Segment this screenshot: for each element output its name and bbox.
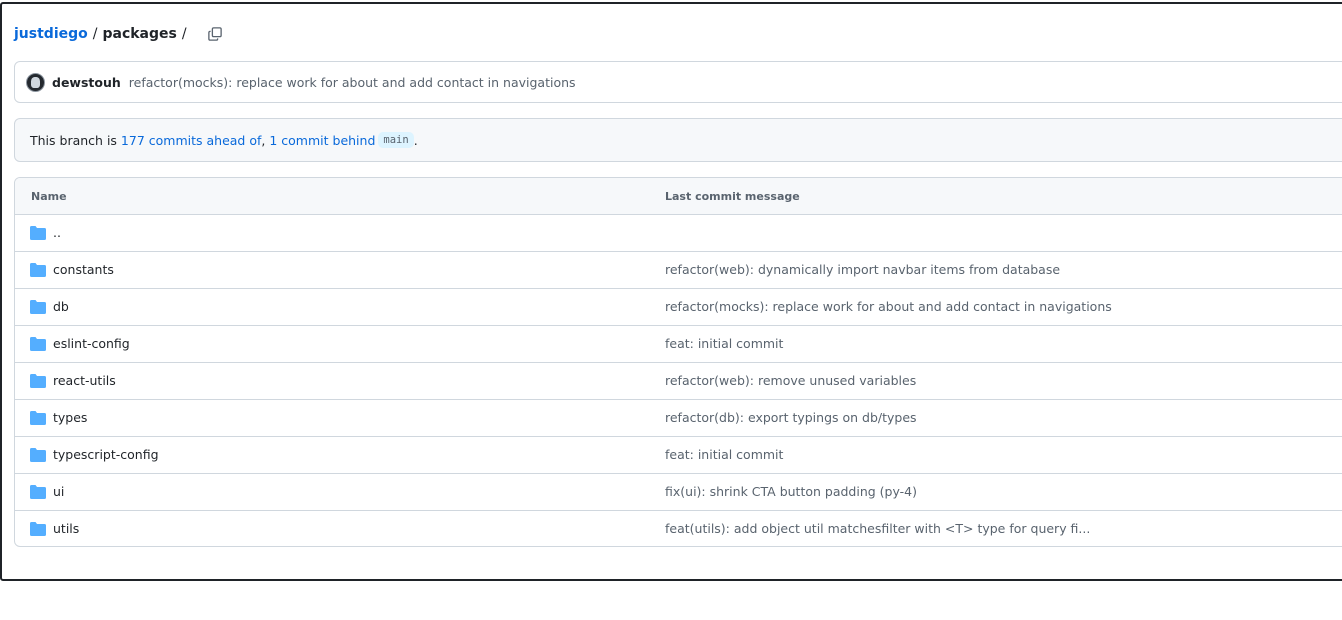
folder-icon <box>30 374 46 388</box>
commit-message[interactable]: feat: initial commit <box>665 447 783 462</box>
table-row-types[interactable]: types refactor(db): export typings on db… <box>15 399 1342 436</box>
table-row-constants[interactable]: constants refactor(web): dynamically imp… <box>15 251 1342 288</box>
latest-commit-bar: dewstouh refactor(mocks): replace work f… <box>14 61 1342 103</box>
breadcrumb-separator: / <box>181 26 187 42</box>
folder-icon <box>30 522 46 536</box>
column-header-last-commit: Last commit message <box>665 190 800 203</box>
branch-status-banner: This branch is 177 commits ahead of, 1 c… <box>14 118 1342 162</box>
file-name[interactable]: eslint-config <box>53 336 130 351</box>
file-name[interactable]: db <box>53 299 69 314</box>
breadcrumb-current: packages <box>102 26 177 42</box>
commit-message[interactable]: refactor(web): dynamically import navbar… <box>665 262 1060 277</box>
commit-message-link[interactable]: refactor(mocks): replace work for about … <box>129 75 576 90</box>
file-name[interactable]: react-utils <box>53 373 116 388</box>
commits-behind-link[interactable]: 1 commit behind <box>269 133 375 148</box>
file-browser-panel: justdiego / packages / dewstouh refactor… <box>0 2 1342 581</box>
table-row-eslint-config[interactable]: eslint-config feat: initial commit <box>15 325 1342 362</box>
commits-ahead-link[interactable]: 177 commits ahead of <box>121 133 261 148</box>
copy-icon <box>207 27 222 41</box>
breadcrumb-separator: / <box>92 26 98 42</box>
file-name[interactable]: .. <box>53 225 61 240</box>
file-name[interactable]: utils <box>53 521 79 536</box>
breadcrumb-owner-link[interactable]: justdiego <box>14 26 88 42</box>
file-table: Name Last commit message .. constants re… <box>14 177 1342 547</box>
table-row-react-utils[interactable]: react-utils refactor(web): remove unused… <box>15 362 1342 399</box>
table-row-ui[interactable]: ui fix(ui): shrink CTA button padding (p… <box>15 473 1342 510</box>
table-row-db[interactable]: db refactor(mocks): replace work for abo… <box>15 288 1342 325</box>
base-branch-badge[interactable]: main <box>378 132 414 148</box>
table-body: .. constants refactor(web): dynamically … <box>15 215 1342 546</box>
folder-icon <box>30 300 46 314</box>
table-row-typescript-config[interactable]: typescript-config feat: initial commit <box>15 436 1342 473</box>
table-header: Name Last commit message <box>15 178 1342 215</box>
breadcrumb: justdiego / packages / <box>14 23 226 45</box>
avatar[interactable] <box>26 72 45 92</box>
file-name[interactable]: types <box>53 410 87 425</box>
commit-author-link[interactable]: dewstouh <box>52 75 121 90</box>
commit-message[interactable]: refactor(web): remove unused variables <box>665 373 916 388</box>
folder-icon <box>30 226 46 240</box>
folder-icon <box>30 337 46 351</box>
file-name[interactable]: ui <box>53 484 64 499</box>
copy-path-button[interactable] <box>204 23 226 45</box>
commit-message[interactable]: feat(utils): add object util matchesfilt… <box>665 521 1090 536</box>
commit-message[interactable]: feat: initial commit <box>665 336 783 351</box>
column-header-name: Name <box>31 190 67 203</box>
commit-message[interactable]: fix(ui): shrink CTA button padding (py-4… <box>665 484 917 499</box>
folder-icon <box>30 485 46 499</box>
file-name[interactable]: typescript-config <box>53 447 159 462</box>
branch-status-suffix: . <box>413 132 418 148</box>
file-name[interactable]: constants <box>53 262 114 277</box>
table-row-utils[interactable]: utils feat(utils): add object util match… <box>15 510 1342 546</box>
table-row-parent-dir[interactable]: .. <box>15 215 1342 251</box>
branch-status-prefix: This branch is <box>30 132 117 148</box>
folder-icon <box>30 411 46 425</box>
folder-icon <box>30 448 46 462</box>
commit-message[interactable]: refactor(mocks): replace work for about … <box>665 299 1112 314</box>
branch-status-comma: , <box>261 132 266 148</box>
folder-icon <box>30 263 46 277</box>
commit-message[interactable]: refactor(db): export typings on db/types <box>665 410 917 425</box>
